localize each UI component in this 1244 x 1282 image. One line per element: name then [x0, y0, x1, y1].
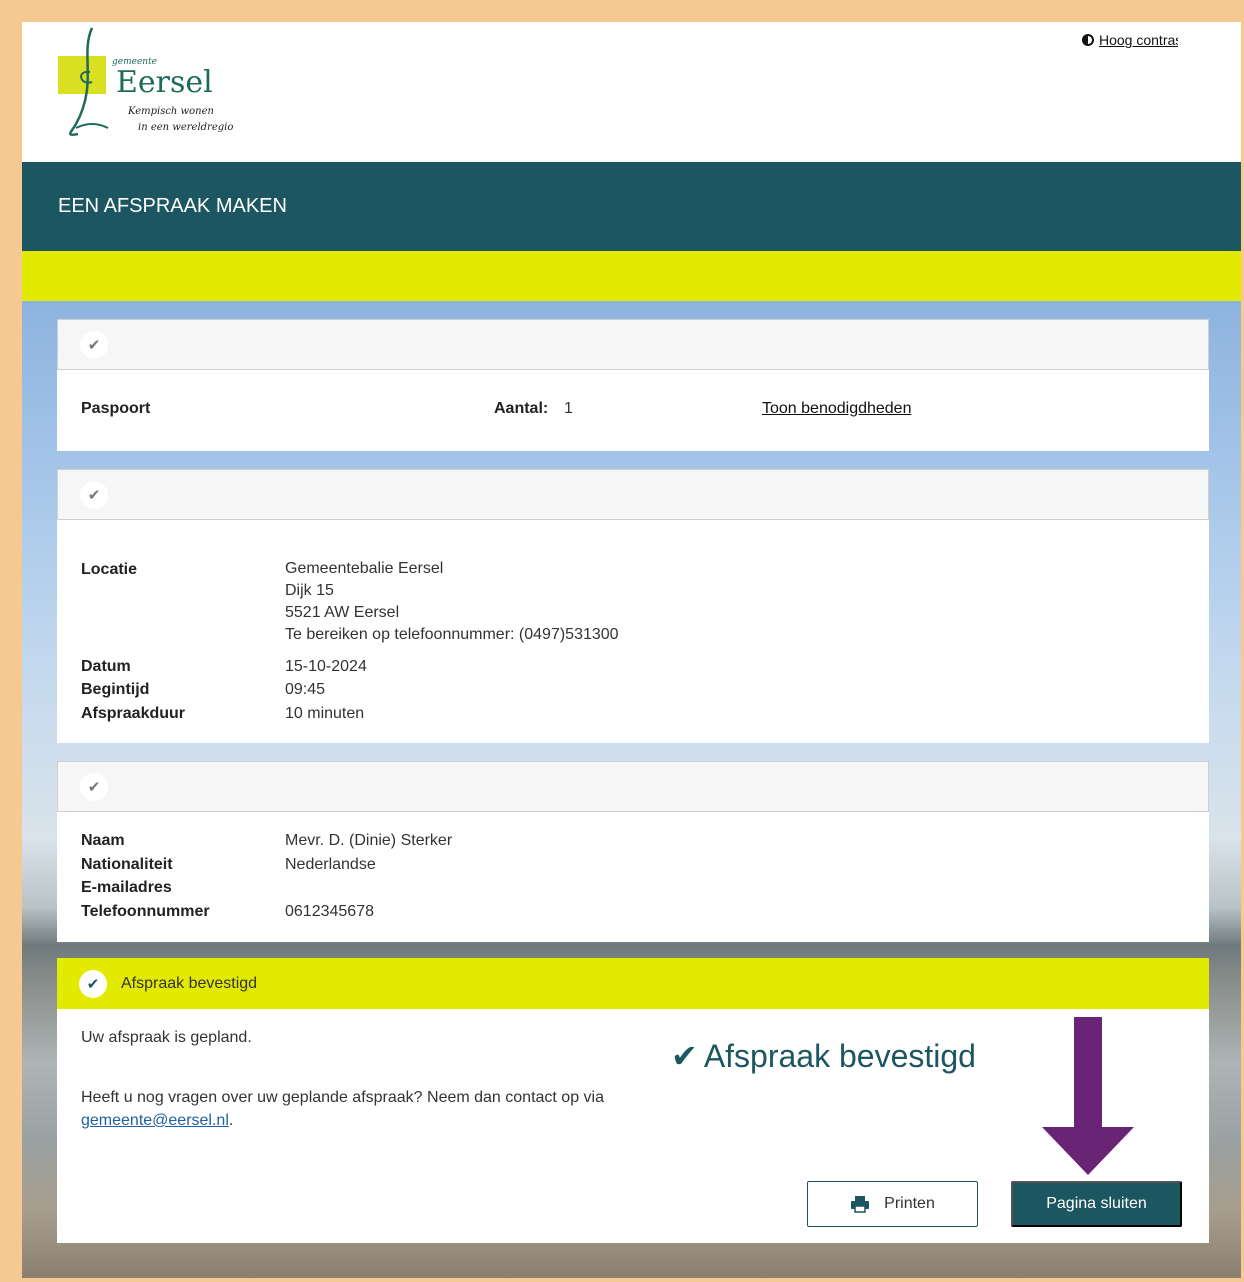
print-button-label: Printen [884, 1195, 935, 1212]
printer-icon [851, 1196, 870, 1213]
email-suffix: . [228, 1112, 234, 1129]
email-label: E-mailadres [81, 879, 172, 896]
page-title: EEN AFSPRAAK MAKEN [58, 195, 287, 217]
close-page-button[interactable]: Pagina sluiten [1011, 1181, 1182, 1227]
activity-name: Paspoort [81, 400, 151, 417]
svg-text:Kempisch wonen: Kempisch wonen [127, 106, 214, 117]
page-banner: EEN AFSPRAAK MAKEN [22, 162, 1241, 251]
start-time-value: 09:45 [285, 681, 326, 698]
requirements-link[interactable]: Toon benodigdheden [762, 400, 911, 418]
nationality-value: Nederlandse [285, 856, 376, 873]
duration-value: 10 minuten [285, 705, 365, 722]
activities-header: ✔ Activiteit(en) [57, 319, 1209, 370]
start-time-label: Begintijd [81, 681, 150, 698]
confirmed-status-label: Afspraak bevestigd [703, 1037, 976, 1074]
down-arrow-annotation [1042, 1017, 1134, 1175]
print-button[interactable]: Printen [807, 1181, 978, 1227]
high-contrast-toggle[interactable]: Hoog contrast [1082, 30, 1178, 50]
confirmed-status: ✔ Afspraak bevestigd [671, 1037, 976, 1075]
name-value: Mevr. D. (Dinie) Sterker [285, 832, 453, 849]
check-icon: ✔ [80, 480, 108, 509]
date-value: 15-10-2024 [285, 658, 367, 675]
location-panel: ✔ Locatie en tijdstip Locatie Gemeenteba… [57, 469, 1209, 743]
contact-heading: Contactgegevens [122, 777, 247, 795]
duration-label: Afspraakduur [81, 705, 186, 722]
location-heading: Locatie en tijdstip [122, 485, 246, 503]
phone-value: 0612345678 [285, 903, 374, 920]
planned-text: Uw afspraak is gepland. [81, 1029, 252, 1046]
count-value: 1 [564, 400, 573, 417]
count-label: Aantal: [494, 400, 549, 417]
name-label: Naam [81, 832, 125, 849]
high-contrast-link[interactable]: Hoog contrast [1099, 32, 1178, 48]
question-text: Heeft u nog vragen over uw geplande afsp… [81, 1086, 641, 1132]
confirmation-header: ✔ Afspraak bevestigd [57, 958, 1209, 1009]
checkmark-icon: ✔ [671, 1038, 698, 1074]
contact-email-link[interactable]: gemeente@eersel.nl [81, 1112, 229, 1129]
check-circle-icon: ✔ [79, 969, 107, 998]
phone-label: Telefoonnummer [81, 903, 210, 920]
location-line-4: Te bereiken op telefoonnummer: (0497)531… [285, 626, 619, 643]
contact-panel: ✔ Contactgegevens Naam Mevr. D. (Dinie) … [57, 761, 1209, 942]
location-line-3: 5521 AW Eersel [285, 604, 400, 621]
location-line-2: Dijk 15 [285, 582, 334, 599]
question-sentence: Heeft u nog vragen over uw geplande afsp… [81, 1089, 604, 1106]
site-header: gemeente Eersel Kempisch wonen in een we… [22, 22, 1241, 162]
confirmation-heading: Afspraak bevestigd [121, 974, 258, 992]
check-icon: ✔ [80, 772, 108, 801]
nationality-label: Nationaliteit [81, 856, 173, 873]
svg-text:in een wereldregio: in een wereldregio [138, 122, 233, 133]
check-icon: ✔ [80, 330, 108, 359]
page-frame: gemeente Eersel Kempisch wonen in een we… [22, 22, 1241, 1278]
location-line-1: Gemeentebalie Eersel [285, 560, 444, 577]
activities-heading: Activiteit(en) [122, 335, 211, 353]
contact-header: ✔ Contactgegevens [57, 761, 1209, 812]
contrast-icon [1082, 34, 1094, 46]
date-label: Datum [81, 658, 131, 675]
eersel-logo[interactable]: gemeente Eersel Kempisch wonen in een we… [56, 24, 256, 142]
svg-text:Eersel: Eersel [116, 65, 213, 100]
accent-bar [22, 251, 1241, 301]
location-header: ✔ Locatie en tijdstip [57, 469, 1209, 520]
close-page-button-label: Pagina sluiten [1046, 1195, 1147, 1212]
activities-panel: ✔ Activiteit(en) Paspoort Aantal: 1 Toon… [57, 319, 1209, 451]
confirmation-panel: ✔ Afspraak bevestigd Uw afspraak is gepl… [57, 958, 1209, 1243]
location-label: Locatie [81, 561, 138, 578]
